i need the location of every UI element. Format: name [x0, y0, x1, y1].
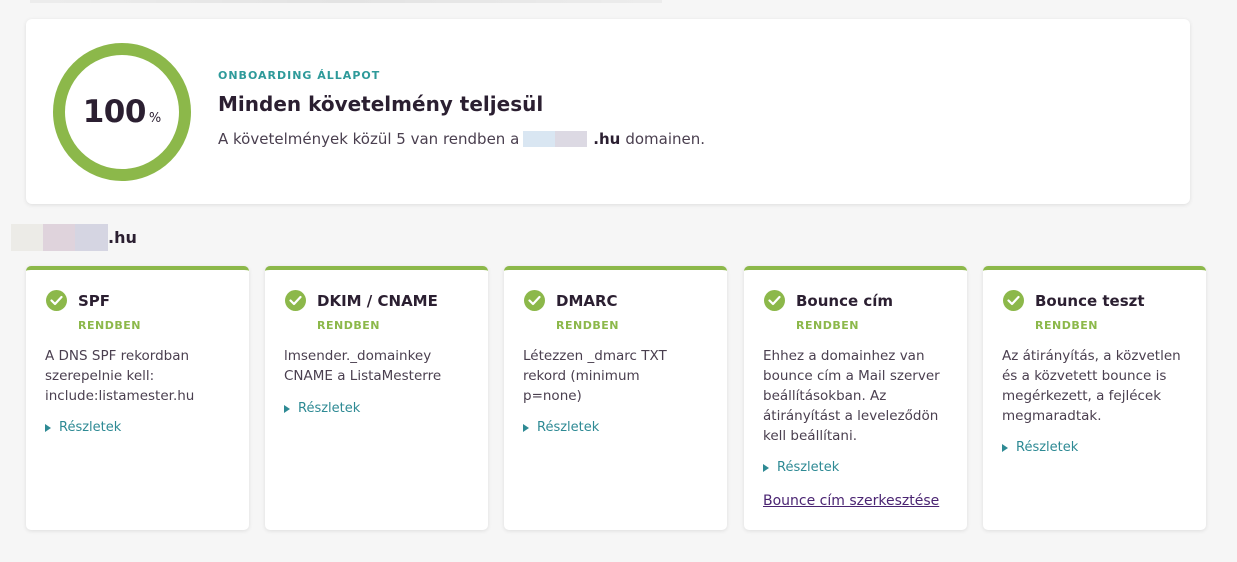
check-description: lmsender._domainkey CNAME a ListaMesterr… — [284, 348, 442, 384]
top-divider — [30, 0, 662, 3]
check-status: RENDBEN — [317, 319, 380, 332]
check-title: Bounce cím — [796, 291, 894, 310]
domain-heading: .hu — [11, 224, 137, 251]
check-header: SPF — [46, 290, 110, 311]
details-label: Részletek — [1016, 440, 1079, 455]
domain-suffix: .hu — [108, 228, 137, 247]
check-title: Bounce teszt — [1035, 291, 1145, 310]
check-title: SPF — [78, 291, 111, 310]
redacted-domain-part — [75, 224, 108, 251]
status-domain-suffix: .hu — [593, 130, 621, 148]
details-toggle[interactable]: Részletek — [523, 420, 599, 435]
details-label: Részletek — [777, 460, 840, 475]
details-toggle[interactable]: Részletek — [284, 401, 360, 416]
status-desc-prefix: A követelmények közül 5 van rendben a — [218, 130, 520, 148]
details-label: Részletek — [537, 420, 600, 435]
check-description: Az átirányítás, a közvetlen és a közvete… — [1002, 348, 1181, 424]
redacted-domain-part — [43, 224, 75, 251]
triangle-right-icon — [763, 463, 769, 472]
triangle-right-icon — [284, 404, 290, 413]
status-title: Minden követelmény teljesül — [218, 92, 544, 116]
redacted-domain-part — [555, 131, 588, 147]
check-circle-icon — [285, 290, 306, 311]
check-header: Bounce teszt — [1003, 290, 1145, 311]
check-description: A DNS SPF rekordban szerepelnie kell: in… — [45, 348, 195, 404]
check-card-dkim: DKIM / CNAME RENDBEN lmsender._domainkey… — [265, 266, 488, 530]
check-header: DMARC — [524, 290, 618, 311]
onboarding-status-card: 100 % ONBOARDING ÁLLAPOT Minden követelm… — [26, 19, 1190, 204]
check-status: RENDBEN — [78, 319, 141, 332]
check-header: Bounce cím — [764, 290, 893, 311]
triangle-right-icon — [45, 423, 51, 432]
check-description: Ehhez a domainhez van bounce cím a Mail … — [763, 348, 940, 444]
check-status: RENDBEN — [1035, 319, 1098, 332]
progress-percent: 100 — [82, 94, 147, 130]
status-eyebrow: ONBOARDING ÁLLAPOT — [218, 69, 381, 82]
check-circle-icon — [1003, 290, 1024, 311]
status-text: ONBOARDING ÁLLAPOT Minden követelmény te… — [218, 69, 705, 148]
check-circle-icon — [764, 290, 785, 311]
check-card-dmarc: DMARC RENDBEN Létezzen _dmarc TXT rekord… — [504, 266, 727, 530]
status-description: A követelmények közül 5 van rendben a .h… — [218, 130, 705, 148]
check-title: DKIM / CNAME — [317, 291, 438, 310]
redacted-domain-part — [523, 131, 556, 147]
status-desc-suffix: domainen. — [625, 130, 706, 148]
details-label: Részletek — [59, 420, 122, 435]
progress-unit: % — [148, 110, 162, 126]
check-circle-icon — [46, 290, 67, 311]
check-title: DMARC — [556, 291, 618, 310]
edit-bounce-address-link[interactable]: Bounce cím szerkesztése — [763, 493, 939, 509]
details-toggle[interactable]: Részletek — [763, 460, 839, 475]
check-circle-icon — [524, 290, 545, 311]
progress-ring: 100 % — [53, 43, 191, 181]
triangle-right-icon — [1002, 443, 1008, 452]
redacted-domain-part — [11, 224, 43, 251]
details-label: Részletek — [298, 401, 361, 416]
check-card-spf: SPF RENDBEN A DNS SPF rekordban szerepel… — [26, 266, 249, 530]
triangle-right-icon — [523, 423, 529, 432]
check-card-bounce-address: Bounce cím RENDBEN Ehhez a domainhez van… — [744, 266, 967, 530]
details-toggle[interactable]: Részletek — [1002, 440, 1078, 455]
check-header: DKIM / CNAME — [285, 290, 438, 311]
check-status: RENDBEN — [796, 319, 859, 332]
details-toggle[interactable]: Részletek — [45, 420, 121, 435]
check-description: Létezzen _dmarc TXT rekord (minimum p=no… — [523, 348, 667, 404]
check-card-bounce-test: Bounce teszt RENDBEN Az átirányítás, a k… — [983, 266, 1206, 530]
check-status: RENDBEN — [556, 319, 619, 332]
